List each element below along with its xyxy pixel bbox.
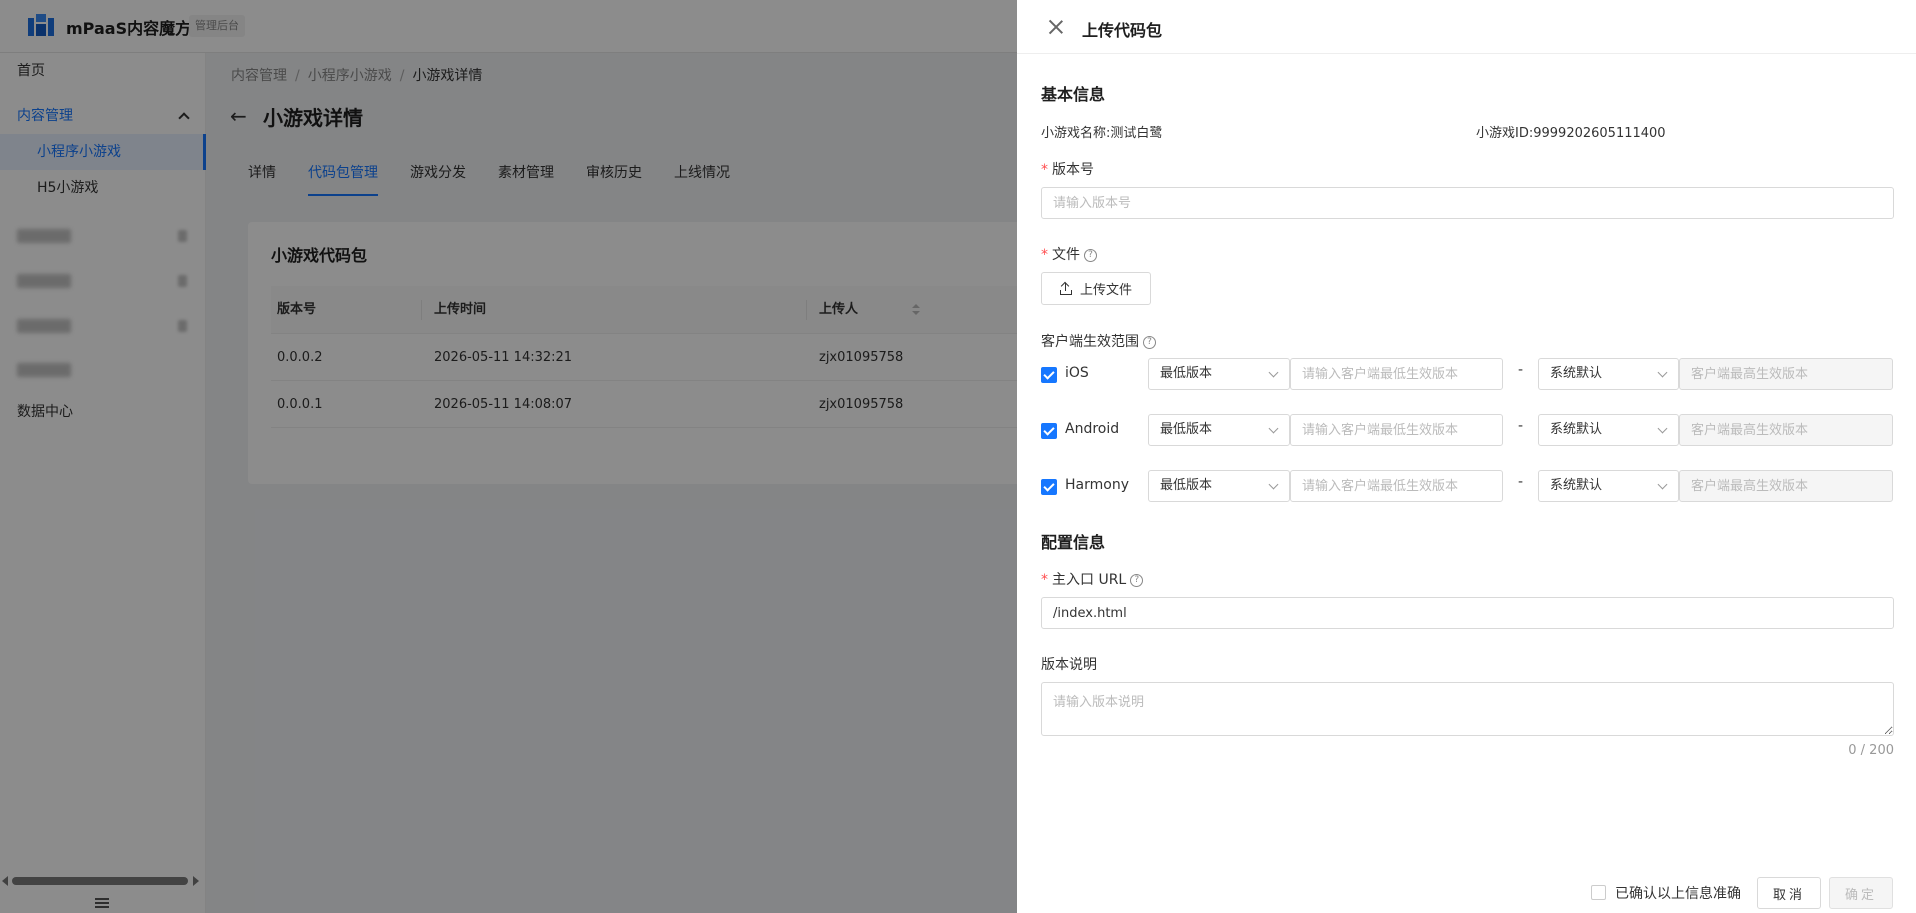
drawer-header: 上传代码包 bbox=[1017, 0, 1916, 54]
entry-url-input[interactable] bbox=[1041, 597, 1894, 629]
version-desc-textarea[interactable] bbox=[1041, 682, 1894, 736]
entry-url-label: * 主入口 URL? bbox=[1041, 569, 1144, 589]
range-separator: - bbox=[1518, 474, 1524, 490]
android-max-version-input bbox=[1679, 414, 1893, 446]
upload-icon bbox=[1059, 281, 1072, 295]
section-title-config-info: 配置信息 bbox=[1041, 533, 1106, 552]
harmony-max-version-select[interactable]: 系统默认 bbox=[1538, 470, 1679, 502]
chevron-down-icon bbox=[1657, 423, 1668, 434]
file-label: * 文件? bbox=[1041, 244, 1097, 264]
help-icon[interactable]: ? bbox=[1130, 573, 1144, 587]
chevron-down-icon bbox=[1657, 479, 1668, 490]
close-icon[interactable] bbox=[1047, 18, 1065, 36]
upload-file-label: 上传文件 bbox=[1079, 283, 1132, 298]
section-title-basic-info: 基本信息 bbox=[1041, 85, 1106, 104]
range-separator: - bbox=[1518, 418, 1524, 434]
required-mark: * bbox=[1041, 572, 1048, 588]
drawer-title: 上传代码包 bbox=[1082, 21, 1163, 40]
game-id-value: 9999202605111400 bbox=[1533, 126, 1666, 141]
android-min-version-select[interactable]: 最低版本 bbox=[1148, 414, 1290, 446]
required-mark: * bbox=[1041, 247, 1048, 263]
platform-label: Android bbox=[1065, 421, 1120, 437]
entry-url-label-text: 主入口 URL bbox=[1052, 572, 1127, 588]
select-value: 最低版本 bbox=[1160, 478, 1213, 493]
confirm-label[interactable]: 已确认以上信息准确 bbox=[1615, 883, 1741, 903]
ios-max-version-input bbox=[1679, 358, 1893, 390]
version-label-text: 版本号 bbox=[1052, 162, 1094, 178]
android-max-version-select[interactable]: 系统默认 bbox=[1538, 414, 1679, 446]
help-icon[interactable]: ? bbox=[1143, 335, 1156, 349]
harmony-min-version-input[interactable] bbox=[1290, 470, 1503, 502]
game-name-value: 测试白鹭 bbox=[1110, 126, 1163, 141]
select-value: 最低版本 bbox=[1160, 366, 1213, 381]
version-input[interactable] bbox=[1041, 187, 1894, 219]
select-value: 系统默认 bbox=[1550, 366, 1603, 381]
game-name-label: 小游戏名称: bbox=[1041, 126, 1111, 141]
version-label: * 版本号 bbox=[1041, 159, 1094, 179]
harmony-min-version-select[interactable]: 最低版本 bbox=[1148, 470, 1290, 502]
version-desc-label: 版本说明 bbox=[1041, 657, 1097, 673]
harmony-max-version-input bbox=[1679, 470, 1893, 502]
file-label-text: 文件 bbox=[1052, 247, 1080, 263]
chevron-down-icon bbox=[1268, 479, 1279, 490]
char-counter: 0 / 200 bbox=[1848, 743, 1894, 758]
confirm-checkbox[interactable] bbox=[1591, 885, 1606, 900]
client-range-label-text: 客户端生效范围 bbox=[1041, 334, 1139, 350]
ios-min-version-select[interactable]: 最低版本 bbox=[1148, 358, 1290, 390]
platform-label: iOS bbox=[1065, 365, 1089, 381]
select-value: 系统默认 bbox=[1550, 422, 1603, 437]
ios-min-version-input[interactable] bbox=[1290, 358, 1503, 390]
android-min-version-input[interactable] bbox=[1290, 414, 1503, 446]
upload-drawer: 上传代码包 基本信息 小游戏名称:测试白鹭 小游戏ID:999920260511… bbox=[1017, 0, 1916, 913]
platform-label: Harmony bbox=[1065, 477, 1129, 493]
chevron-down-icon bbox=[1268, 367, 1279, 378]
select-value: 最低版本 bbox=[1160, 422, 1213, 437]
ios-max-version-select[interactable]: 系统默认 bbox=[1538, 358, 1679, 390]
ios-checkbox[interactable] bbox=[1041, 367, 1057, 383]
select-value: 系统默认 bbox=[1550, 478, 1603, 493]
ok-button: 确定 bbox=[1829, 877, 1893, 909]
upload-file-button[interactable]: 上传文件 bbox=[1041, 272, 1151, 305]
required-mark: * bbox=[1041, 162, 1048, 178]
game-name-info: 小游戏名称:测试白鹭 bbox=[1041, 122, 1162, 141]
harmony-checkbox[interactable] bbox=[1041, 479, 1057, 495]
game-id-label: 小游戏ID: bbox=[1476, 126, 1534, 141]
client-range-label: 客户端生效范围? bbox=[1041, 331, 1156, 351]
range-separator: - bbox=[1518, 362, 1524, 378]
cancel-button[interactable]: 取消 bbox=[1757, 877, 1821, 909]
upload-arrowhead-shape bbox=[1060, 281, 1070, 290]
chevron-down-icon bbox=[1657, 367, 1668, 378]
chevron-down-icon bbox=[1268, 423, 1279, 434]
help-icon[interactable]: ? bbox=[1084, 248, 1097, 262]
android-checkbox[interactable] bbox=[1041, 423, 1057, 439]
game-id-info: 小游戏ID:9999202605111400 bbox=[1476, 122, 1666, 141]
